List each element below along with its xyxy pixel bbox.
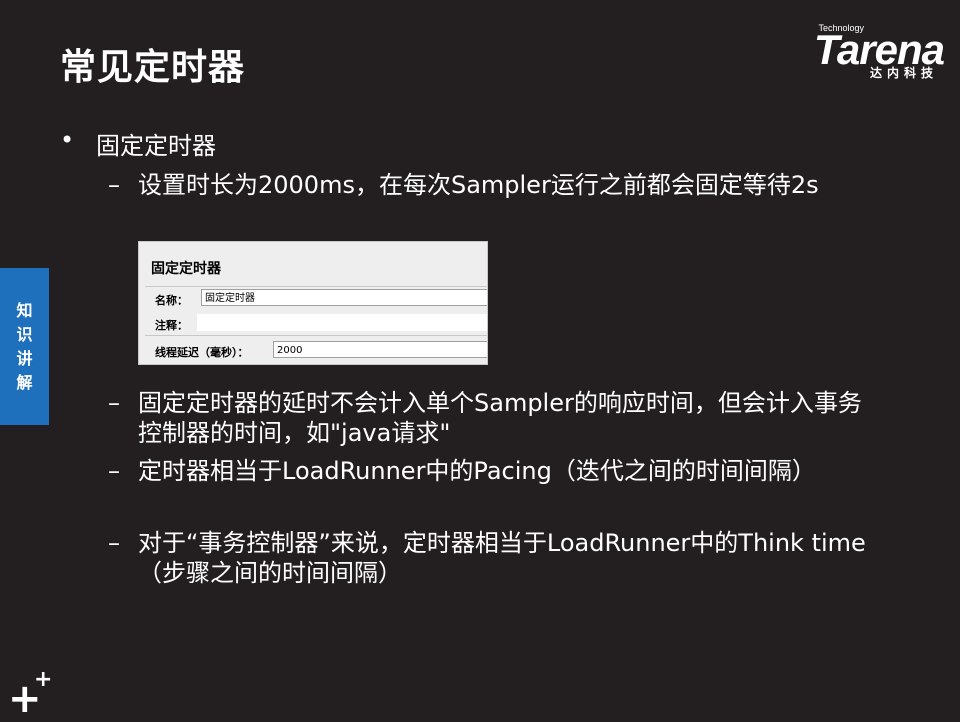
- logo-chinese: 达内科技: [869, 66, 938, 80]
- name-label: 名称：: [155, 294, 188, 307]
- comment-field[interactable]: [197, 314, 487, 331]
- timer-config-screenshot: 固定定时器 名称： 固定定时器 注释： 线程延迟（毫秒）： 2000: [138, 241, 488, 365]
- sub-text: 对于“事务控制器”来说，定时器相当于LoadRunner中的Think time…: [138, 529, 866, 587]
- bullet-dot: •: [60, 126, 75, 154]
- sub-text: 设置时长为2000ms，在每次Sampler运行之前都会固定等待2s: [138, 171, 819, 199]
- sub-text: 定时器相当于LoadRunner中的Pacing（迭代之间的时间间隔）: [138, 457, 816, 485]
- comment-row: 注释：: [151, 314, 487, 334]
- divider: [145, 286, 487, 287]
- sub-text: 固定定时器的延时不会计入单个Sampler的响应时间，但会计入事务控制器的时间，…: [138, 389, 862, 447]
- slide-title: 常见定时器: [60, 47, 246, 88]
- sub-dash: –: [108, 529, 120, 557]
- side-tab: 知识讲解: [0, 268, 49, 425]
- sub-dash: –: [108, 457, 120, 485]
- name-field[interactable]: 固定定时器: [201, 289, 487, 306]
- sub-dash: –: [108, 171, 120, 199]
- sub-dash: –: [108, 389, 120, 417]
- screenshot-title: 固定定时器: [151, 261, 221, 277]
- delay-row: 线程延迟（毫秒）： 2000: [151, 341, 487, 361]
- delay-label: 线程延迟（毫秒）：: [155, 346, 249, 359]
- divider: [145, 335, 487, 336]
- name-row: 名称： 固定定时器: [151, 289, 487, 309]
- delay-field[interactable]: 2000: [273, 341, 487, 358]
- comment-label: 注释：: [155, 319, 188, 332]
- plus-icon-small: +: [34, 667, 53, 692]
- tarena-logo: Technology Tarena 达内科技: [774, 22, 945, 82]
- bullet-text: 固定定时器: [96, 132, 216, 160]
- side-tab-label: 知识讲解: [16, 300, 33, 392]
